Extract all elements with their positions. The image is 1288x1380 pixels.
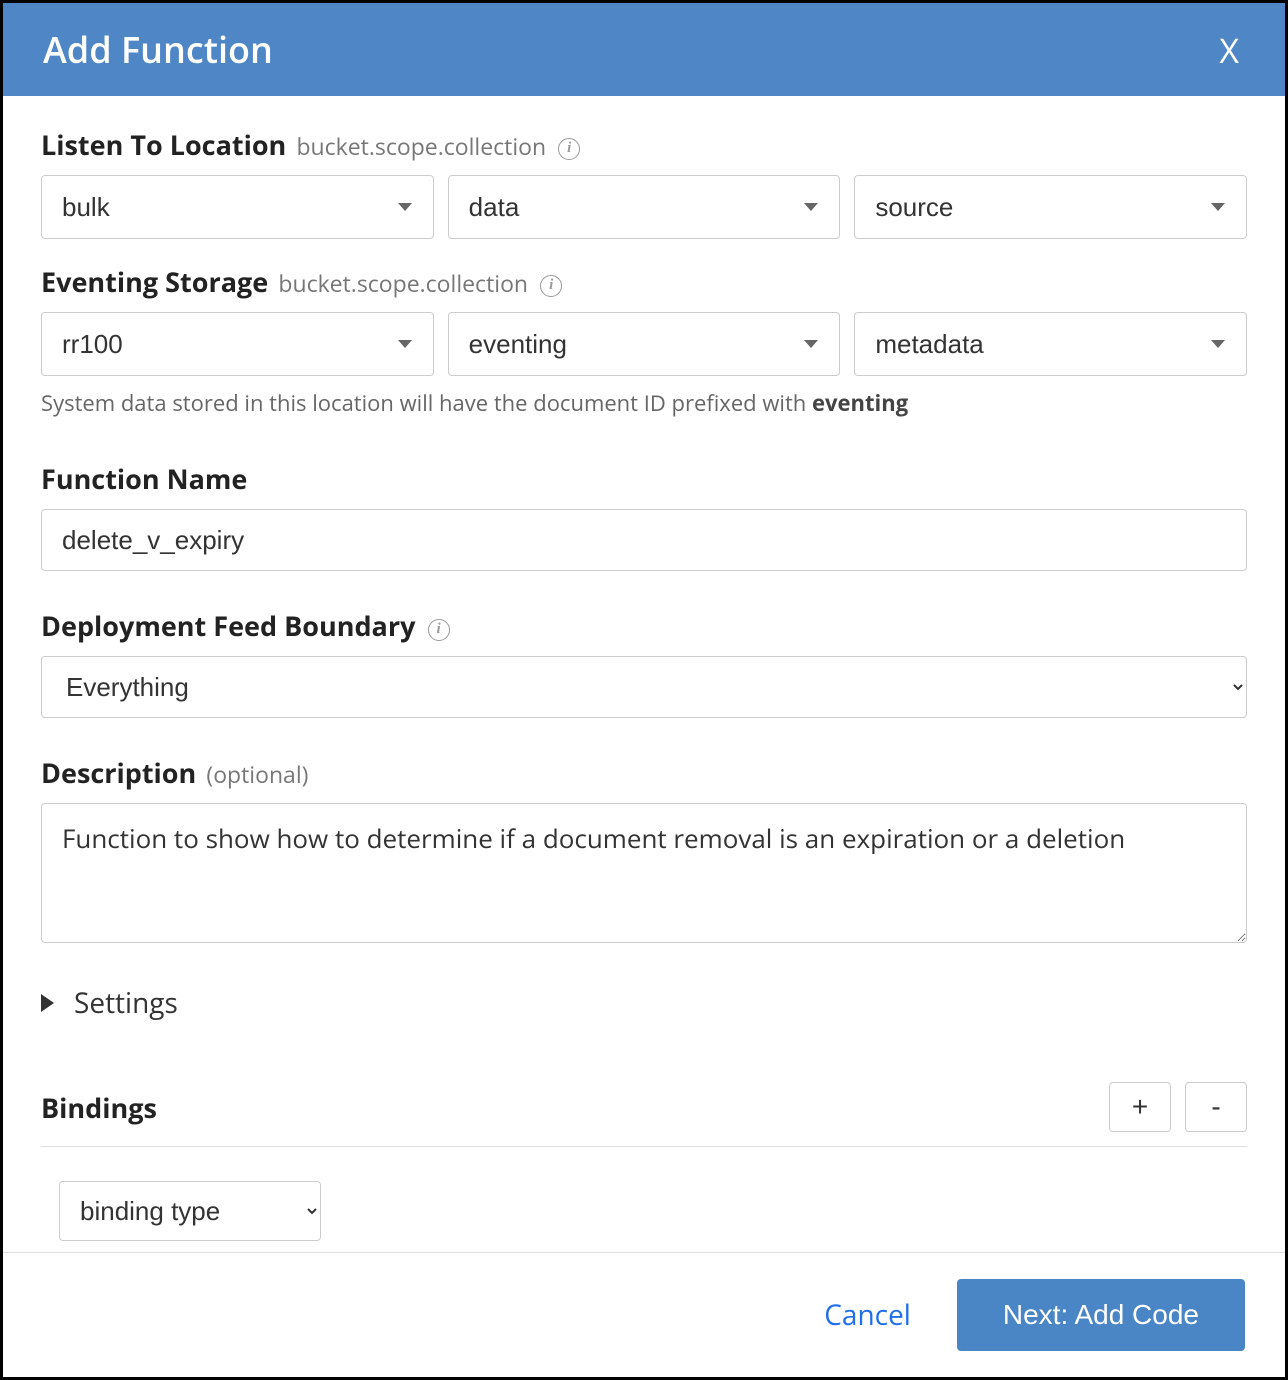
- storage-bucket-select[interactable]: rr100: [41, 312, 434, 376]
- function-name-label: Function Name: [41, 460, 247, 497]
- settings-toggle[interactable]: Settings: [41, 984, 1247, 1022]
- description-optional: (optional): [206, 758, 308, 790]
- settings-label: Settings: [74, 984, 178, 1022]
- binding-type-select[interactable]: binding type: [59, 1181, 321, 1241]
- binding-buttons: + -: [1109, 1082, 1247, 1132]
- eventing-storage-label: Eventing Storage: [41, 263, 268, 300]
- description-label: Description: [41, 754, 196, 791]
- storage-helper-prefix: System data stored in this location will…: [41, 388, 812, 418]
- info-icon[interactable]: i: [540, 275, 562, 297]
- description-textarea[interactable]: [41, 803, 1247, 943]
- binding-row: binding type: [41, 1181, 1247, 1241]
- next-add-code-button[interactable]: Next: Add Code: [957, 1279, 1245, 1351]
- info-icon[interactable]: i: [428, 619, 450, 641]
- bindings-label: Bindings: [41, 1089, 157, 1126]
- deployment-label: Deployment Feed Boundary: [41, 607, 415, 644]
- modal-title: Add Function: [43, 25, 273, 74]
- storage-collection-select[interactable]: metadata: [854, 312, 1247, 376]
- close-icon[interactable]: X: [1213, 27, 1245, 73]
- eventing-storage-label-row: Eventing Storage bucket.scope.collection…: [41, 263, 1247, 300]
- info-icon[interactable]: i: [558, 138, 580, 160]
- listen-location-label: Listen To Location: [41, 126, 286, 163]
- cancel-button[interactable]: Cancel: [824, 1296, 911, 1334]
- eventing-storage-sublabel: bucket.scope.collection: [278, 267, 528, 299]
- modal-header: Add Function X: [3, 3, 1285, 96]
- add-function-modal: Add Function X Listen To Location bucket…: [0, 0, 1288, 1380]
- triangle-right-icon: [41, 994, 54, 1012]
- description-label-row: Description (optional): [41, 754, 1247, 791]
- listen-scope-select[interactable]: data: [448, 175, 841, 239]
- add-binding-button[interactable]: +: [1109, 1082, 1171, 1132]
- remove-binding-button[interactable]: -: [1185, 1082, 1247, 1132]
- function-name-input[interactable]: [41, 509, 1247, 571]
- listen-location-selects: bulk data source: [41, 175, 1247, 239]
- modal-body: Listen To Location bucket.scope.collecti…: [3, 96, 1285, 1252]
- listen-collection-select[interactable]: source: [854, 175, 1247, 239]
- storage-helper-text: System data stored in this location will…: [41, 388, 1247, 418]
- deployment-boundary-select[interactable]: Everything: [41, 656, 1247, 718]
- storage-scope-select[interactable]: eventing: [448, 312, 841, 376]
- function-name-label-row: Function Name: [41, 460, 1247, 497]
- listen-bucket-select[interactable]: bulk: [41, 175, 434, 239]
- bindings-header: Bindings + -: [41, 1082, 1247, 1147]
- deployment-label-row: Deployment Feed Boundary i: [41, 607, 1247, 644]
- modal-footer: Cancel Next: Add Code: [3, 1252, 1285, 1377]
- listen-location-sublabel: bucket.scope.collection: [296, 130, 546, 162]
- storage-helper-bold: eventing: [812, 388, 908, 418]
- eventing-storage-selects: rr100 eventing metadata: [41, 312, 1247, 376]
- listen-location-label-row: Listen To Location bucket.scope.collecti…: [41, 126, 1247, 163]
